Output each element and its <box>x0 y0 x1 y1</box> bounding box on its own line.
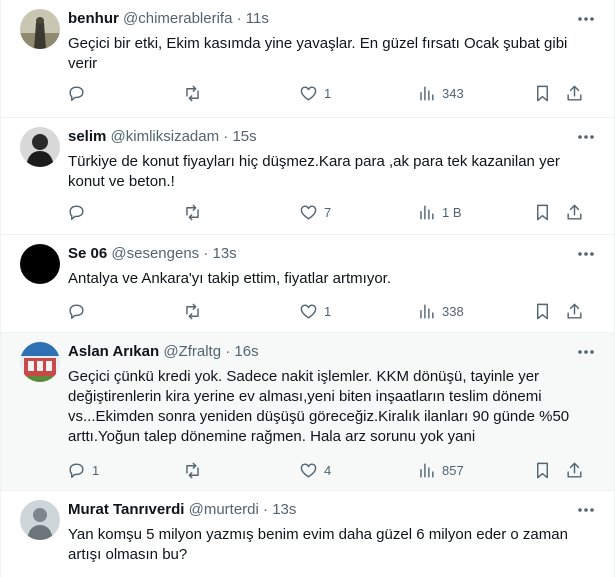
reply-button[interactable] <box>67 76 92 110</box>
like-button[interactable]: 1 <box>299 76 331 110</box>
display-name[interactable]: Se 06 <box>68 245 107 262</box>
timestamp[interactable]: 13s <box>272 501 296 518</box>
user-handle[interactable]: @sesengens <box>111 245 199 262</box>
share-icon <box>567 204 582 220</box>
share-button[interactable] <box>565 76 584 110</box>
tweet-header: benhur @chimerablerifa · 11s <box>68 10 269 28</box>
share-button[interactable] <box>565 453 584 487</box>
display-name[interactable]: benhur <box>68 10 119 27</box>
bookmark-icon <box>537 462 548 478</box>
tweet-actions: 1 338 <box>59 294 599 328</box>
bookmark-button[interactable] <box>533 195 552 229</box>
timestamp[interactable]: 11s <box>246 10 269 27</box>
views-icon <box>420 85 434 101</box>
heart-icon <box>300 85 317 101</box>
more-icon[interactable] <box>576 343 596 361</box>
heart-icon <box>300 462 317 478</box>
avatar[interactable] <box>20 244 60 284</box>
bookmark-button[interactable] <box>533 294 552 328</box>
tweet-text: Geçici bir etki, Ekim kasımda yine yavaş… <box>68 35 568 72</box>
reply-button[interactable]: 1 <box>67 453 99 487</box>
tweet-header: Aslan Arıkan @Zfraltg · 16s <box>68 343 259 361</box>
views-button[interactable]: 857 <box>417 453 464 487</box>
more-icon[interactable] <box>576 10 596 28</box>
timestamp[interactable]: 13s <box>213 245 237 262</box>
like-button[interactable]: 7 <box>299 195 331 229</box>
like-button[interactable]: 1 <box>299 294 331 328</box>
like-button[interactable]: 4 <box>299 453 331 487</box>
more-icon[interactable] <box>576 128 596 146</box>
display-name[interactable]: Aslan Arıkan <box>68 343 159 360</box>
reply-icon <box>69 204 84 220</box>
share-icon <box>567 462 582 478</box>
heart-icon <box>300 204 317 220</box>
tweet[interactable]: Se 06 @sesengens · 13s Antalya ve Ankara… <box>1 235 614 333</box>
tweet-text: Türkiye de konut fiyayları hiç düşmez.Ka… <box>68 153 560 190</box>
views-icon <box>420 303 434 319</box>
separator: · <box>223 128 229 145</box>
more-icon[interactable] <box>576 501 596 519</box>
tweet-header: Murat Tanrıverdi @murterdi · 13s <box>68 501 296 519</box>
separator: · <box>236 10 242 27</box>
reply-icon <box>69 303 84 319</box>
share-icon <box>567 85 582 101</box>
tweet-actions: 1 4 857 <box>59 453 599 487</box>
bookmark-icon <box>537 85 548 101</box>
reply-button[interactable] <box>67 294 92 328</box>
views-button[interactable]: 1 B <box>417 195 462 229</box>
retweet-button[interactable] <box>183 453 208 487</box>
separator: · <box>263 501 269 518</box>
tweet-header: Se 06 @sesengens · 13s <box>68 245 237 263</box>
share-button[interactable] <box>565 195 584 229</box>
views-icon <box>420 204 434 220</box>
user-handle[interactable]: @kimliksizadam <box>111 128 220 145</box>
timestamp[interactable]: 15s <box>232 128 256 145</box>
tweet-actions: 7 1 B <box>59 195 599 229</box>
avatar[interactable] <box>20 500 60 540</box>
separator: · <box>203 245 209 262</box>
reply-icon <box>69 85 84 101</box>
bookmark-icon <box>537 303 548 319</box>
tweet[interactable]: benhur @chimerablerifa · 11s Geçici bir … <box>1 0 614 118</box>
retweet-button[interactable] <box>183 294 208 328</box>
share-icon <box>567 303 582 319</box>
views-button[interactable]: 343 <box>417 76 464 110</box>
user-handle[interactable]: @chimerablerifa <box>123 10 232 27</box>
tweet-feed: benhur @chimerablerifa · 11s Geçici bir … <box>0 0 615 577</box>
tweet[interactable]: Aslan Arıkan @Zfraltg · 16s Geçici çünkü… <box>1 333 614 491</box>
more-icon[interactable] <box>576 245 596 263</box>
tweet-header: selim @kimliksizadam · 15s <box>68 128 257 146</box>
heart-icon <box>300 303 317 319</box>
retweet-icon <box>186 303 199 319</box>
tweet-text: Geçici çünkü kredi yok. Sadece nakit işl… <box>68 368 570 445</box>
tweet-text: Antalya ve Ankara'yı takip ettim, fiyatl… <box>68 270 391 287</box>
display-name[interactable]: selim <box>68 128 106 145</box>
retweet-icon <box>186 204 199 220</box>
avatar[interactable] <box>20 127 60 167</box>
reply-icon <box>69 462 84 478</box>
views-button[interactable]: 338 <box>417 294 464 328</box>
separator: · <box>225 343 231 360</box>
tweet[interactable]: Murat Tanrıverdi @murterdi · 13s Yan kom… <box>1 491 614 577</box>
retweet-button[interactable] <box>183 76 208 110</box>
display-name[interactable]: Murat Tanrıverdi <box>68 501 184 518</box>
avatar[interactable] <box>20 9 60 49</box>
bookmark-button[interactable] <box>533 76 552 110</box>
bookmark-button[interactable] <box>533 453 552 487</box>
retweet-button[interactable] <box>183 195 208 229</box>
views-icon <box>420 462 434 478</box>
user-handle[interactable]: @murterdi <box>189 501 259 518</box>
user-handle[interactable]: @Zfraltg <box>163 343 221 360</box>
retweet-icon <box>186 462 199 478</box>
bookmark-icon <box>537 204 548 220</box>
timestamp[interactable]: 16s <box>234 343 258 360</box>
tweet[interactable]: selim @kimliksizadam · 15s Türkiye de ko… <box>1 118 614 235</box>
tweet-actions: 1 343 <box>59 76 599 110</box>
reply-button[interactable] <box>67 195 92 229</box>
share-button[interactable] <box>565 294 584 328</box>
avatar[interactable] <box>20 342 60 382</box>
tweet-text: Yan komşu 5 milyon yazmış benim evim dah… <box>68 526 568 563</box>
retweet-icon <box>186 85 199 101</box>
